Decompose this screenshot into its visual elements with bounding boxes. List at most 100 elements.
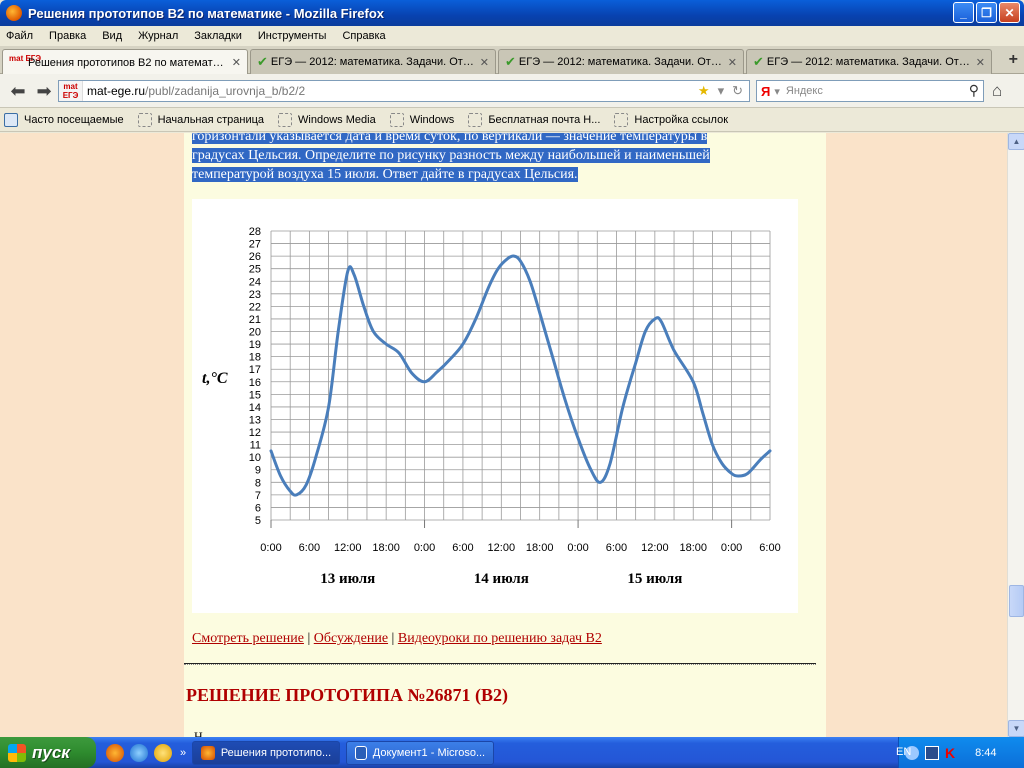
bookmark-windows-media[interactable]: Windows Media (278, 112, 376, 127)
window-title: Решения прототипов B2 по математике - Mo… (28, 5, 385, 21)
tab-label: ЕГЭ — 2012: математика. Задачи. Отв... (518, 56, 724, 68)
yandex-icon[interactable]: Я (761, 84, 770, 99)
y-tick-label: 21 (249, 314, 261, 326)
close-button[interactable]: ✕ (999, 2, 1020, 23)
clock[interactable]: 8:44 (975, 747, 996, 759)
x-tick-label: 18:00 (526, 542, 554, 554)
scroll-thumb[interactable] (1009, 585, 1024, 617)
y-tick-label: 12 (249, 427, 261, 439)
windows-flag-icon (8, 743, 26, 762)
url-bar[interactable]: mat ЕГЭ mat-ege.ru/publ/zadanija_urovnja… (58, 80, 750, 102)
close-tab-icon[interactable]: ✕ (232, 56, 241, 69)
link-separator: | (391, 631, 395, 646)
dropdown-arrow-icon[interactable]: ▾ (718, 83, 725, 99)
chevron-right-icon[interactable]: » (180, 747, 186, 759)
y-tick-label: 28 (249, 226, 261, 238)
tab-bar: mat ЕГЭ Решения прототипов B2 по математ… (0, 46, 1024, 75)
y-tick-label: 25 (249, 264, 261, 276)
problem-text-line: температурой воздуха 15 июля. Ответ дайт… (192, 167, 578, 182)
tab-2[interactable]: ✔ ЕГЭ — 2012: математика. Задачи. Отв...… (250, 49, 496, 74)
close-tab-icon[interactable]: ✕ (480, 56, 489, 69)
search-icon[interactable]: ⚲ (969, 82, 979, 99)
menu-bookmarks[interactable]: Закладки (194, 30, 242, 42)
day-label: 14 июля (474, 571, 529, 587)
back-button[interactable]: ⬅ (6, 80, 30, 102)
site-identity-icon[interactable]: mat ЕГЭ (59, 81, 83, 101)
problem-text-line: горизонтали указывается дата и время сут… (192, 133, 708, 144)
bookmark-most-visited[interactable]: Часто посещаемые (4, 112, 124, 127)
start-button[interactable]: пуск (0, 737, 96, 768)
menu-view[interactable]: Вид (102, 30, 122, 42)
close-tab-icon[interactable]: ✕ (728, 56, 737, 69)
quick-launch (106, 743, 172, 762)
word-icon (355, 745, 367, 760)
y-tick-label: 9 (255, 465, 261, 477)
y-tick-label: 8 (255, 477, 261, 489)
vertical-scrollbar[interactable]: ▲ ▼ (1007, 133, 1024, 737)
close-tab-icon[interactable]: ✕ (976, 56, 985, 69)
antivirus-icon[interactable]: K (945, 745, 955, 761)
home-icon[interactable]: ⌂ (992, 81, 1002, 101)
view-solution-link[interactable]: Смотреть решение (192, 631, 304, 646)
taskbar-item-firefox[interactable]: Решения прототипо... (192, 740, 341, 765)
bookmark-star-icon[interactable]: ★ (698, 83, 710, 99)
menu-edit[interactable]: Правка (49, 30, 86, 42)
y-tick-label: 6 (255, 502, 261, 514)
site-favicon: mat ЕГЭ (9, 53, 42, 63)
search-box[interactable]: Я ▾ Яндекс ⚲ (756, 80, 984, 102)
new-tab-button[interactable]: + (1009, 51, 1018, 69)
video-lessons-link[interactable]: Видеоуроки по решению задач B2 (398, 631, 602, 646)
navigation-bar: ⬅ ➡ mat ЕГЭ mat-ege.ru/publ/zadanija_uro… (0, 74, 1024, 108)
y-tick-label: 19 (249, 339, 261, 351)
tab-1[interactable]: mat ЕГЭ Решения прототипов B2 по математ… (2, 49, 248, 75)
x-tick-label: 6:00 (606, 542, 627, 554)
tab-label: Решения прототипов B2 по математике (28, 56, 228, 69)
bookmarks-bar: Часто посещаемые Начальная страница Wind… (0, 108, 1024, 132)
y-tick-label: 27 (249, 239, 261, 251)
forward-button[interactable]: ➡ (32, 80, 56, 102)
taskbar: пуск » Решения прототипо... Документ1 - … (0, 737, 1024, 768)
window-controls: _ ❐ ✕ (953, 2, 1020, 23)
media-quicklaunch-icon[interactable] (154, 743, 172, 762)
menu-history[interactable]: Журнал (138, 30, 178, 42)
x-tick-label: 18:00 (372, 542, 400, 554)
day-label: 15 июля (627, 571, 682, 587)
firefox-icon (6, 5, 22, 21)
restore-button[interactable]: ❐ (976, 2, 997, 23)
tab-4[interactable]: ✔ ЕГЭ — 2012: математика. Задачи. Отв...… (746, 49, 992, 74)
bookmark-customize-links[interactable]: Настройка ссылок (614, 112, 728, 127)
page-viewport: горизонтали указывается дата и время сут… (0, 133, 1007, 737)
bookmark-home-page[interactable]: Начальная страница (137, 112, 264, 127)
y-tick-label: 22 (249, 301, 261, 313)
reload-icon[interactable]: ↻ (732, 83, 743, 99)
search-placeholder: Яндекс (785, 85, 823, 97)
language-indicator[interactable]: EN (896, 746, 911, 758)
menu-help[interactable]: Справка (342, 30, 385, 42)
system-tray: K 8:44 (898, 737, 1024, 768)
menu-tools[interactable]: Инструменты (258, 30, 327, 42)
bookmark-free-mail[interactable]: Бесплатная почта Н... (468, 112, 600, 127)
x-tick-label: 18:00 (679, 542, 707, 554)
taskbar-item-word[interactable]: Документ1 - Microso... (346, 740, 495, 765)
minimize-button[interactable]: _ (953, 2, 974, 23)
checkmark-icon: ✔ (257, 54, 268, 69)
ie-quicklaunch-icon[interactable] (130, 743, 148, 762)
bookmark-windows[interactable]: Windows (389, 112, 454, 127)
discussion-link[interactable]: Обсуждение (314, 631, 388, 646)
x-tick-label: 6:00 (759, 542, 780, 554)
y-tick-label: 14 (249, 402, 261, 414)
firefox-quicklaunch-icon[interactable] (106, 743, 124, 762)
solution-links: Смотреть решение | Обсуждение | Видеоуро… (192, 631, 602, 647)
search-engine-dropdown-icon[interactable]: ▾ (774, 85, 780, 98)
url-host: mat-ege.ru (87, 84, 146, 98)
network-icon[interactable] (925, 745, 939, 760)
page-content: горизонтали указывается дата и время сут… (184, 133, 826, 737)
firefox-icon (201, 745, 215, 760)
x-tick-label: 0:00 (567, 542, 588, 554)
scroll-up-button[interactable]: ▲ (1008, 133, 1024, 150)
menu-file[interactable]: Файл (6, 30, 33, 42)
scroll-down-button[interactable]: ▼ (1008, 720, 1024, 737)
tab-3[interactable]: ✔ ЕГЭ — 2012: математика. Задачи. Отв...… (498, 49, 744, 74)
y-tick-label: 13 (249, 414, 261, 426)
problem-text-line: градусах Цельсия. Определите по рисунку … (192, 148, 710, 163)
